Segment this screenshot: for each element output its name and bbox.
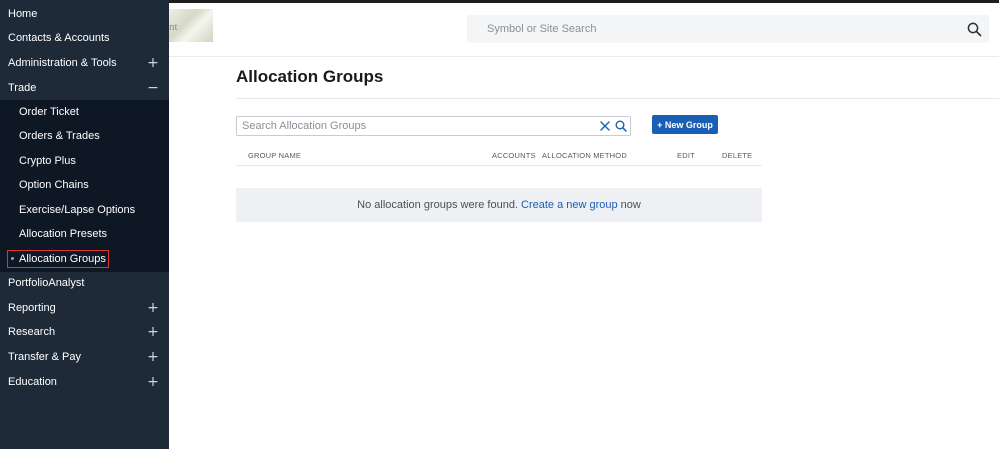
- sidebar-nav: Home Contacts & Accounts Administration …: [0, 0, 169, 449]
- sidebar-item-trade[interactable]: Trade −: [0, 76, 169, 100]
- sidebar-item-label: PortfolioAnalyst: [8, 277, 85, 289]
- sidebar-item-transfer-pay[interactable]: Transfer & Pay +: [0, 345, 169, 369]
- search-icon[interactable]: [615, 120, 627, 132]
- active-item-highlight: [7, 250, 109, 268]
- column-header-allocation-method[interactable]: ALLOCATION METHOD: [542, 151, 627, 160]
- column-header-group-name[interactable]: GROUP NAME: [248, 151, 301, 160]
- sidebar-item-crypto-plus[interactable]: Crypto Plus: [0, 149, 169, 173]
- sidebar-item-label: Reporting: [8, 302, 56, 314]
- sidebar-item-option-chains[interactable]: Option Chains: [0, 173, 169, 197]
- column-header-delete: DELETE: [722, 151, 753, 160]
- sidebar-item-label: Research: [8, 326, 56, 338]
- header-divider: [169, 56, 999, 57]
- close-icon[interactable]: [600, 121, 610, 131]
- sidebar-item-label: Exercise/Lapse Options: [19, 204, 136, 216]
- logo[interactable]: nt: [169, 9, 213, 42]
- table-header-divider: [236, 165, 762, 166]
- logo-text: nt: [169, 21, 178, 33]
- sidebar-item-administration-tools[interactable]: Administration & Tools +: [0, 51, 169, 75]
- sidebar-item-label: Order Ticket: [19, 106, 79, 118]
- active-item-dot: [11, 257, 14, 260]
- plus-icon[interactable]: +: [147, 56, 159, 70]
- sidebar-item-contacts-accounts[interactable]: Contacts & Accounts: [0, 26, 169, 50]
- title-divider: [236, 98, 999, 99]
- search-icon[interactable]: [967, 22, 982, 37]
- sidebar-item-research[interactable]: Research +: [0, 320, 169, 344]
- allocation-groups-search-input[interactable]: [237, 117, 592, 135]
- empty-state-suffix: now: [620, 199, 641, 211]
- sidebar-item-home[interactable]: Home: [0, 2, 169, 26]
- page-title: Allocation Groups: [236, 67, 384, 86]
- sidebar-item-label: Education: [8, 376, 57, 388]
- create-new-group-link[interactable]: Create a new group: [521, 199, 618, 211]
- minus-icon[interactable]: −: [147, 81, 159, 95]
- sidebar-item-label: Administration & Tools: [8, 57, 117, 69]
- plus-icon[interactable]: +: [147, 325, 159, 339]
- sidebar-item-orders-trades[interactable]: Orders & Trades: [0, 124, 169, 148]
- allocation-groups-search: [236, 116, 631, 136]
- plus-icon[interactable]: +: [147, 301, 159, 315]
- empty-state-text: No allocation groups were found.: [357, 199, 518, 211]
- sidebar-item-portfolioanalyst[interactable]: PortfolioAnalyst: [0, 271, 169, 295]
- plus-icon[interactable]: +: [147, 350, 159, 364]
- sidebar-item-reporting[interactable]: Reporting +: [0, 296, 169, 320]
- sidebar-item-exercise-lapse-options[interactable]: Exercise/Lapse Options: [0, 198, 169, 222]
- sidebar-item-education[interactable]: Education +: [0, 370, 169, 394]
- site-search-input[interactable]: [467, 15, 957, 43]
- sidebar-item-order-ticket[interactable]: Order Ticket: [0, 100, 169, 124]
- sidebar-item-label: Crypto Plus: [19, 155, 76, 167]
- sidebar-item-label: Orders & Trades: [19, 130, 100, 142]
- sidebar-item-label: Option Chains: [19, 179, 89, 191]
- sidebar-item-label: Allocation Presets: [19, 228, 108, 240]
- empty-state-message: No allocation groups were found. Create …: [236, 188, 762, 222]
- new-group-button[interactable]: + New Group: [652, 115, 718, 134]
- column-header-accounts[interactable]: ACCOUNTS: [492, 151, 536, 160]
- sidebar-item-label: Transfer & Pay: [8, 351, 81, 363]
- plus-icon[interactable]: +: [147, 375, 159, 389]
- sidebar-item-label: Home: [8, 8, 38, 20]
- column-header-edit: EDIT: [677, 151, 695, 160]
- sidebar-item-label: Trade: [8, 82, 37, 94]
- site-search: [467, 15, 989, 43]
- sidebar-item-allocation-presets[interactable]: Allocation Presets: [0, 222, 169, 246]
- sidebar-item-label: Contacts & Accounts: [8, 32, 110, 44]
